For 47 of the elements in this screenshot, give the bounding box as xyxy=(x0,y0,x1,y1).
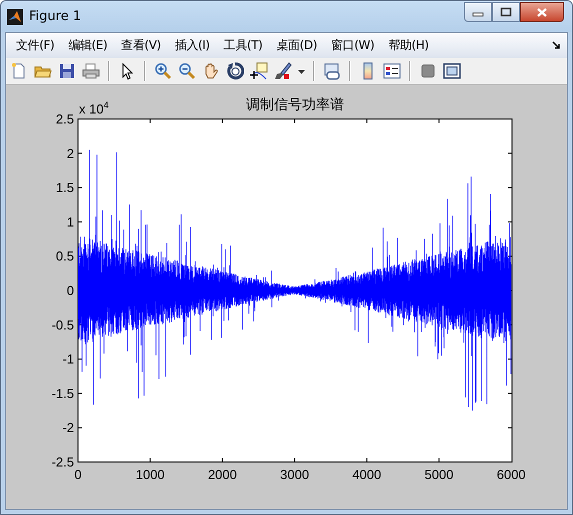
menu-item[interactable]: 文件(F) xyxy=(10,37,62,54)
axis-exponent: x 10$^{4}$ xyxy=(79,100,109,116)
tick-label: -2.5 xyxy=(52,454,74,470)
zoom-in-icon[interactable] xyxy=(154,62,172,80)
tick-label: 6000 xyxy=(496,467,526,482)
plot-title: 调制信号功率谱 xyxy=(246,97,344,113)
close-icon xyxy=(536,6,548,18)
link-plot-icon[interactable] xyxy=(323,62,341,80)
square-icon[interactable] xyxy=(419,62,437,80)
close-button[interactable] xyxy=(520,2,564,22)
save-icon[interactable] xyxy=(58,62,76,80)
tick-label: -1 xyxy=(62,352,74,367)
tick-label: 3000 xyxy=(280,467,310,482)
menu-item[interactable]: 插入(I) xyxy=(168,37,218,54)
menu-item[interactable]: 编辑(E) xyxy=(62,37,116,54)
rotate-icon[interactable] xyxy=(226,62,244,80)
tick-label: -2 xyxy=(62,420,74,436)
brush-icon[interactable] xyxy=(274,62,292,80)
minimize-button[interactable] xyxy=(464,2,492,22)
print-icon[interactable] xyxy=(82,62,100,80)
tick-label: 1 xyxy=(66,214,74,230)
menu-item[interactable]: 查看(V) xyxy=(115,37,169,54)
menu-item[interactable]: 工具(T) xyxy=(218,37,270,54)
maximize-icon xyxy=(500,7,512,17)
tick-label: 2 xyxy=(66,146,74,161)
maximize-button[interactable] xyxy=(492,2,520,22)
tick-label: 2000 xyxy=(208,467,237,482)
tick-label: 0 xyxy=(74,467,82,482)
tick-label: 0.5 xyxy=(56,248,74,264)
zoom-out-icon[interactable] xyxy=(178,62,196,80)
menu-item[interactable]: 桌面(D) xyxy=(270,37,326,54)
plot-window-icon[interactable] xyxy=(443,62,461,80)
tick-label: -1.5 xyxy=(52,386,74,401)
tick-label: 1000 xyxy=(136,467,165,482)
tick-label: 5000 xyxy=(424,467,454,482)
tick-label: 1.5 xyxy=(56,180,74,196)
menu-item[interactable]: 帮助(H) xyxy=(382,37,437,54)
tick-label: 0 xyxy=(66,283,74,298)
data-cursor-icon[interactable] xyxy=(250,62,268,80)
menu-item[interactable]: 窗口(W) xyxy=(325,37,382,54)
dock-arrow-icon[interactable] xyxy=(552,41,561,50)
legend-icon[interactable] xyxy=(383,62,401,80)
tick-label: 4000 xyxy=(352,467,382,482)
app-icon xyxy=(7,9,23,25)
window-title: Figure 1 xyxy=(29,9,82,24)
tick-label: -0.5 xyxy=(52,317,74,332)
tick-label: 2.5 xyxy=(56,112,74,126)
